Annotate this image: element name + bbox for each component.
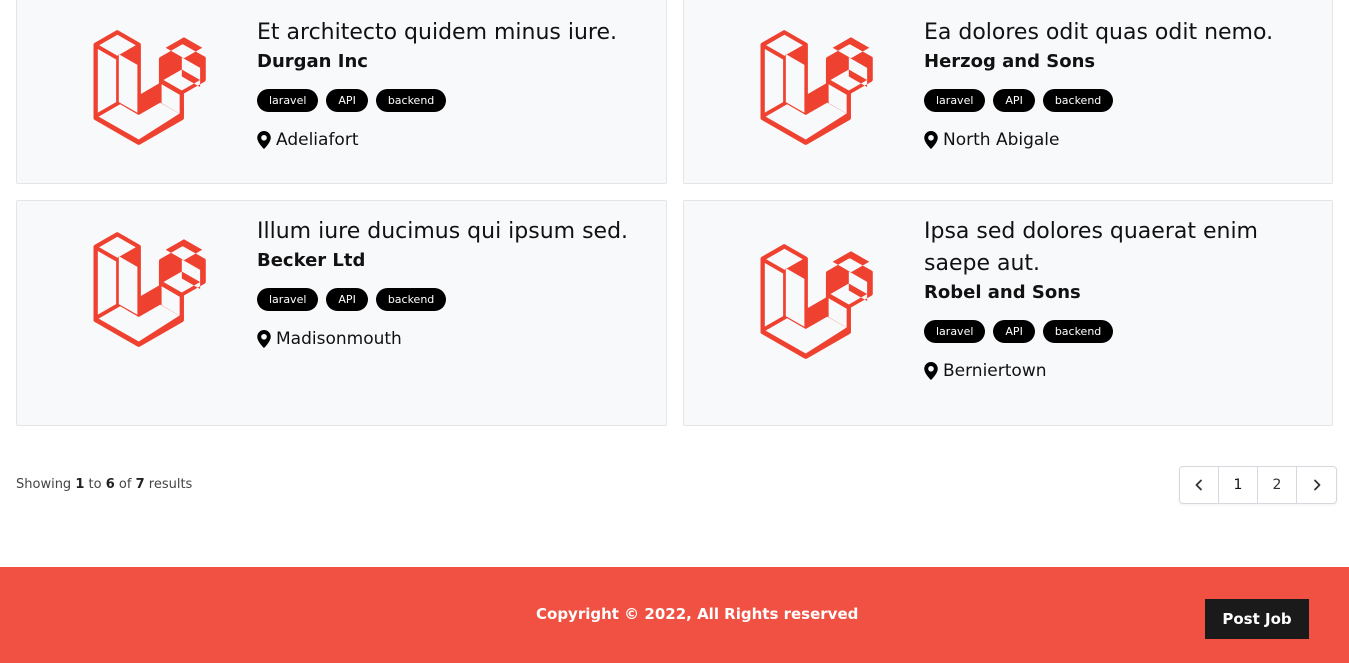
post-job-button[interactable]: Post Job — [1205, 599, 1309, 639]
pagination-summary: Showing 1 to 6 of 7 results — [16, 477, 192, 492]
prev-page-button[interactable] — [1180, 467, 1219, 503]
laravel-logo-icon — [41, 17, 237, 157]
tag-badge[interactable]: API — [326, 89, 368, 112]
tag-badge[interactable]: API — [993, 320, 1035, 343]
job-title[interactable]: Et architecto quidem minus iure. — [257, 17, 646, 49]
of-word: of — [118, 477, 132, 492]
job-card[interactable]: Et architecto quidem minus iure. Durgan … — [16, 0, 667, 184]
footer: Copyright © 2022, All Rights reserved Po… — [0, 567, 1349, 663]
map-pin-icon — [257, 330, 271, 348]
tag-badge[interactable]: backend — [375, 89, 447, 112]
job-card[interactable]: Ea dolores odit quas odit nemo. Herzog a… — [683, 0, 1333, 184]
job-card[interactable]: Ipsa sed dolores quaerat enim saepe aut.… — [683, 200, 1333, 426]
copyright-text: Copyright © 2022, All Rights reserved — [536, 605, 859, 623]
page-1-button[interactable]: 1 — [1219, 467, 1258, 503]
location-label: Adeliafort — [276, 130, 359, 150]
location: Berniertown — [924, 361, 1262, 381]
job-info: Ea dolores odit quas odit nemo. Herzog a… — [924, 17, 1312, 150]
map-pin-icon — [257, 131, 271, 149]
next-page-button[interactable] — [1297, 467, 1336, 503]
to-word: to — [88, 477, 102, 492]
company-name: Herzog and Sons — [924, 51, 1096, 72]
location-label: North Abigale — [943, 130, 1060, 150]
tag-badge[interactable]: API — [326, 288, 368, 311]
map-pin-icon — [924, 362, 938, 380]
tag-list: laravel API backend — [924, 320, 1262, 343]
showing-prefix: Showing — [16, 477, 72, 492]
page-2-button[interactable]: 2 — [1258, 467, 1297, 503]
chevron-left-icon — [1195, 479, 1202, 491]
tag-list: laravel API backend — [257, 89, 646, 112]
tag-badge[interactable]: laravel — [257, 89, 319, 112]
range-to: 6 — [105, 477, 115, 492]
map-pin-icon — [924, 131, 938, 149]
laravel-logo-icon — [41, 219, 237, 359]
range-from: 1 — [75, 477, 85, 492]
job-card[interactable]: Illum iure ducimus qui ipsum sed. Becker… — [16, 200, 667, 426]
tag-badge[interactable]: laravel — [257, 288, 319, 311]
job-title[interactable]: Ipsa sed dolores quaerat enim saepe aut. — [924, 216, 1262, 280]
tag-badge[interactable]: laravel — [924, 89, 986, 112]
location-label: Madisonmouth — [276, 329, 402, 349]
tag-badge[interactable]: API — [993, 89, 1035, 112]
chevron-right-icon — [1313, 479, 1320, 491]
job-info: Et architecto quidem minus iure. Durgan … — [257, 17, 646, 150]
pagination: 1 2 — [1179, 466, 1337, 504]
company-name: Robel and Sons — [924, 282, 1081, 303]
laravel-logo-icon — [708, 17, 904, 157]
location: Adeliafort — [257, 130, 646, 150]
tag-badge[interactable]: backend — [375, 288, 447, 311]
company-name: Becker Ltd — [257, 250, 366, 271]
results-word: results — [148, 477, 193, 492]
job-title[interactable]: Ea dolores odit quas odit nemo. — [924, 17, 1312, 49]
job-info: Illum iure ducimus qui ipsum sed. Becker… — [257, 216, 646, 349]
tag-badge[interactable]: laravel — [924, 320, 986, 343]
location-label: Berniertown — [943, 361, 1047, 381]
total-results: 7 — [135, 477, 145, 492]
job-title[interactable]: Illum iure ducimus qui ipsum sed. — [257, 216, 646, 248]
tag-list: laravel API backend — [257, 288, 646, 311]
company-name: Durgan Inc — [257, 51, 368, 72]
tag-badge[interactable]: backend — [1042, 89, 1114, 112]
tag-badge[interactable]: backend — [1042, 320, 1114, 343]
tag-list: laravel API backend — [924, 89, 1312, 112]
location: North Abigale — [924, 130, 1312, 150]
location: Madisonmouth — [257, 329, 646, 349]
job-info: Ipsa sed dolores quaerat enim saepe aut.… — [924, 216, 1262, 381]
laravel-logo-icon — [708, 231, 904, 371]
